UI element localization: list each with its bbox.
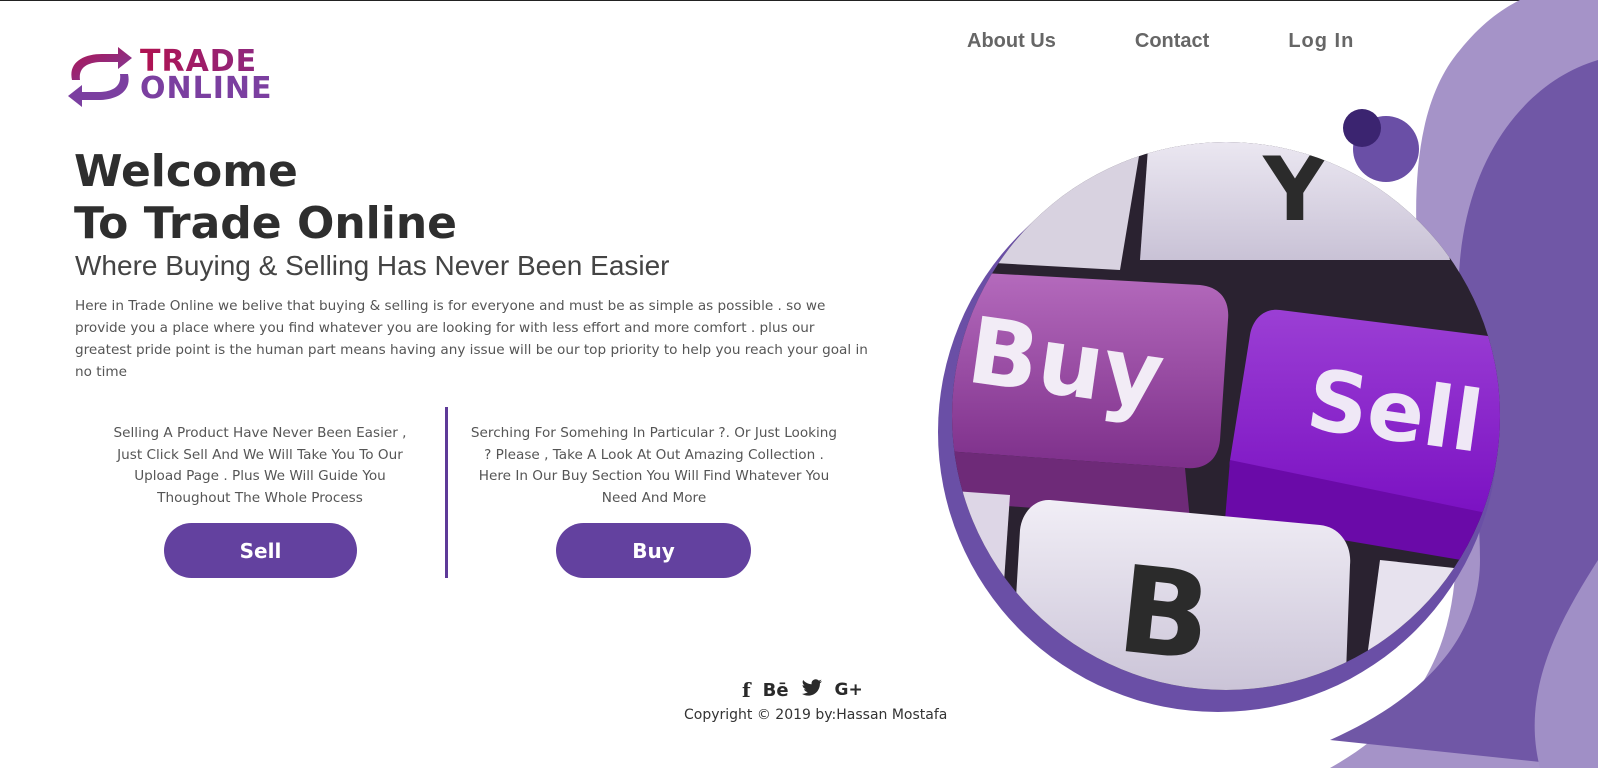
hero-title-line-1: Welcome <box>74 146 298 197</box>
google-plus-icon[interactable]: G+ <box>835 680 863 700</box>
logo-wordmark: TRADE ONLINE <box>140 47 273 106</box>
hero-description: Here in Trade Online we belive that buyi… <box>75 298 868 380</box>
buy-description: Serching For Somehing In Particular ?. O… <box>470 425 838 506</box>
hero-keyboard-illustration: Y Buy Sell B <box>938 0 1598 768</box>
social-links: f Bē G+ <box>742 678 863 702</box>
hero-title-line-2: To Trade Online <box>74 198 458 249</box>
twitter-icon[interactable] <box>801 678 823 702</box>
logo-line-2: ONLINE <box>140 71 273 106</box>
hero-title: Welcome To Trade Online <box>74 146 457 250</box>
decor-circle-small <box>1343 109 1381 147</box>
column-divider <box>445 407 448 578</box>
logo[interactable]: TRADE ONLINE <box>62 44 312 110</box>
buy-button[interactable]: Buy <box>556 523 751 578</box>
trade-arrows-icon <box>68 47 132 107</box>
sell-button[interactable]: Sell <box>164 523 357 578</box>
copyright-text: Copyright © 2019 by:Hassan Mostafa <box>684 707 948 723</box>
facebook-icon[interactable]: f <box>742 678 751 702</box>
key-y-label: Y <box>1262 138 1328 241</box>
sell-description: Selling A Product Have Never Been Easier… <box>113 425 407 506</box>
key-b-label: B <box>1112 541 1217 689</box>
behance-icon[interactable]: Bē <box>763 680 789 701</box>
hero-subtitle: Where Buying & Selling Has Never Been Ea… <box>75 250 670 281</box>
